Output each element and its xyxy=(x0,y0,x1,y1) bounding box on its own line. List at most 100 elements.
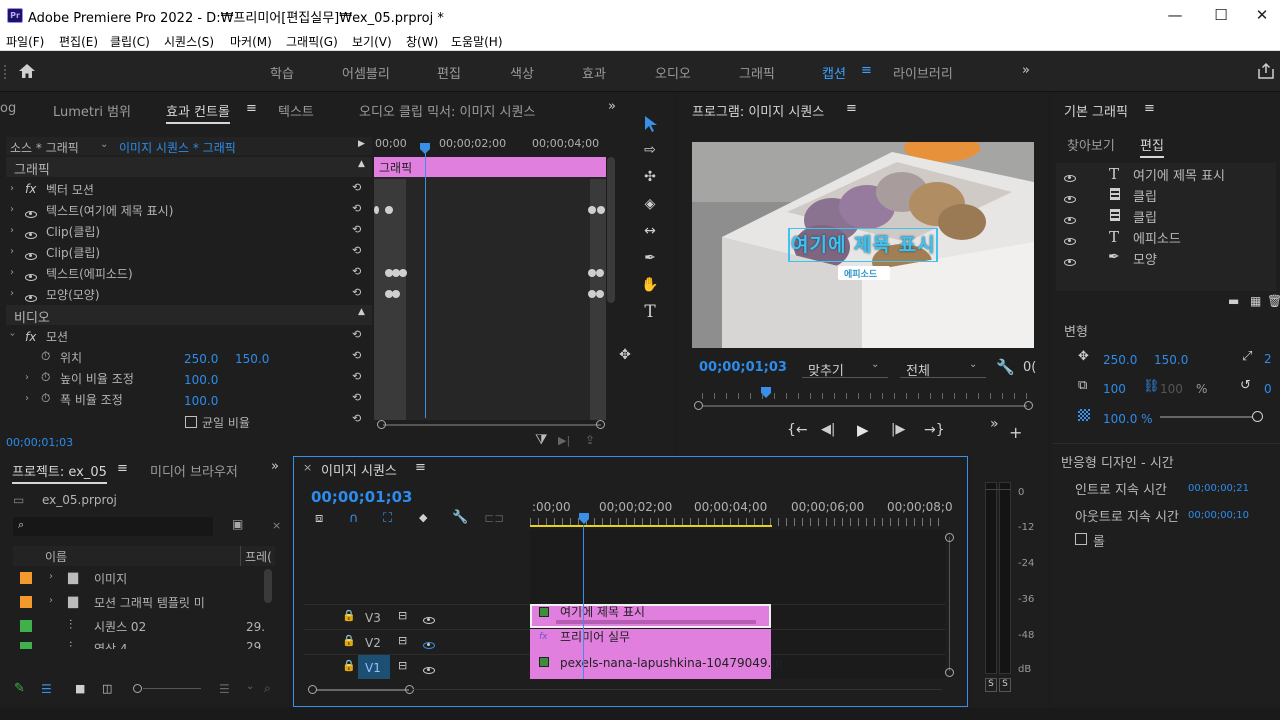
eye-icon[interactable] xyxy=(25,291,37,305)
essential-graphics-menu-icon[interactable]: ≡ xyxy=(1144,101,1155,116)
lock-icon[interactable]: 🔒 xyxy=(342,634,356,647)
eye-icon[interactable] xyxy=(423,663,435,677)
play-only-icon[interactable]: ▶ xyxy=(358,139,365,149)
hand-tool-icon[interactable]: ✋ xyxy=(641,276,659,294)
project-close-icon[interactable]: × xyxy=(272,519,281,532)
search-bin-icon[interactable]: ⌕ xyxy=(264,681,271,696)
keyframe[interactable] xyxy=(374,206,379,214)
overflow-controls-icon[interactable]: » xyxy=(990,416,999,432)
minimize-button[interactable]: — xyxy=(1152,4,1198,26)
program-menu-icon[interactable]: ≡ xyxy=(846,101,857,116)
eg-position-y[interactable]: 150.0 xyxy=(1154,353,1188,367)
layer-shape-label[interactable]: 모양 xyxy=(1133,249,1157,268)
eye-icon[interactable] xyxy=(423,613,435,627)
lock-icon[interactable]: 🔒 xyxy=(342,659,356,672)
track-v1-label[interactable]: V1 xyxy=(365,661,381,675)
project-item-mogrt[interactable]: 모션 그래픽 템플릿 미 xyxy=(94,594,205,611)
freeform-view-icon[interactable]: ◫ xyxy=(102,682,112,695)
lock-icon[interactable]: 🔒 xyxy=(342,609,356,622)
reset-icon[interactable]: ⟲ xyxy=(352,265,365,278)
go-to-in-icon[interactable]: {← xyxy=(787,422,808,438)
keyframe-area[interactable] xyxy=(374,157,606,420)
reset-icon[interactable]: ⟲ xyxy=(352,412,365,425)
opacity-slider-handle[interactable] xyxy=(1252,411,1263,422)
list-view-icon[interactable]: ☰ xyxy=(41,682,52,696)
workspace-audio[interactable]: 오디오 xyxy=(655,63,691,82)
program-scrub-bar[interactable] xyxy=(702,405,1027,407)
project-overflow-icon[interactable]: » xyxy=(271,459,279,474)
tab-effect-controls-menu-icon[interactable]: ≡ xyxy=(246,101,257,116)
chevron-right-icon[interactable]: › xyxy=(25,393,29,404)
section-video[interactable] xyxy=(6,305,372,325)
reset-icon[interactable]: ⟲ xyxy=(352,328,365,341)
scroll-handle-right[interactable] xyxy=(596,420,605,429)
reset-icon[interactable]: ⟲ xyxy=(352,244,365,257)
play-icon[interactable]: ▶ xyxy=(857,421,869,439)
new-layer-icon[interactable]: ▦ xyxy=(1250,294,1261,308)
chevron-right-icon[interactable]: › xyxy=(10,246,14,257)
sync-lock-icon[interactable]: ⊟ xyxy=(398,609,407,622)
play-audio-icon[interactable]: ▶| xyxy=(558,434,570,447)
keyframe[interactable] xyxy=(392,290,400,298)
scroll-handle-left[interactable] xyxy=(377,420,386,429)
panel-overflow-icon[interactable]: » xyxy=(608,99,616,114)
sequence-clip-label[interactable]: 이미지 시퀀스 * 그래픽 xyxy=(119,139,236,156)
export-icon[interactable]: ⇪ xyxy=(585,433,595,447)
scrub-handle-left[interactable] xyxy=(694,401,703,410)
chevron-right-icon[interactable]: › xyxy=(10,204,14,215)
position-x-value[interactable]: 250.0 xyxy=(184,352,218,366)
column-name[interactable]: 이름 xyxy=(45,548,67,565)
chevron-right-icon[interactable]: › xyxy=(10,183,14,194)
eg-anchor[interactable]: 2 xyxy=(1264,352,1272,366)
keyframe[interactable] xyxy=(588,206,596,214)
uniform-scale-checkbox[interactable] xyxy=(185,416,197,428)
keyframe[interactable] xyxy=(596,290,604,298)
snap-icon[interactable]: ∩ xyxy=(349,511,359,526)
menu-marker[interactable]: 마커(M) xyxy=(230,33,272,50)
essential-graphics-title[interactable]: 기본 그래픽 xyxy=(1064,101,1128,120)
tab-og[interactable]: og xyxy=(0,101,16,116)
ec-timecode[interactable]: 00;00;01;03 xyxy=(6,436,73,449)
eye-icon[interactable] xyxy=(25,270,37,284)
work-area-bar[interactable] xyxy=(530,525,772,527)
workspace-libraries[interactable]: 라이브러리 xyxy=(893,63,953,82)
position-y-value[interactable]: 150.0 xyxy=(235,352,269,366)
collapse-up-icon[interactable]: ▲ xyxy=(358,159,365,169)
label-color-swatch[interactable] xyxy=(20,642,32,649)
reset-icon[interactable]: ⟲ xyxy=(352,286,365,299)
workspace-captions[interactable]: 캡션 xyxy=(822,63,846,82)
timeline-menu-icon[interactable]: ≡ xyxy=(415,460,426,475)
scale-height-value[interactable]: 100.0 xyxy=(184,373,218,387)
menu-graphics[interactable]: 그래픽(G) xyxy=(286,33,338,50)
column-frame-rate[interactable]: 프레( xyxy=(245,548,272,565)
go-to-out-icon[interactable]: →} xyxy=(924,422,945,438)
menu-window[interactable]: 창(W) xyxy=(406,33,438,50)
menu-clip[interactable]: 클립(C) xyxy=(110,33,150,50)
eye-icon[interactable] xyxy=(25,207,37,221)
menu-file[interactable]: 파일(F) xyxy=(6,33,44,50)
chevron-right-icon[interactable]: › xyxy=(49,595,53,606)
tab-edit[interactable]: 편집 xyxy=(1140,135,1164,158)
overlay-title-text[interactable]: 여기에 제목 표시 xyxy=(791,230,936,257)
pen-tool-icon[interactable]: ✒ xyxy=(641,249,659,267)
new-bin-icon[interactable]: ▣ xyxy=(232,517,243,531)
label-color-swatch[interactable] xyxy=(20,572,32,584)
track-select-tool-icon[interactable]: ⇨ xyxy=(641,141,659,159)
menu-sequence[interactable]: 시퀀스(S) xyxy=(164,33,214,50)
stopwatch-icon[interactable]: ⏱ xyxy=(41,391,50,406)
home-icon[interactable] xyxy=(18,63,36,79)
project-menu-icon[interactable]: ≡ xyxy=(117,461,128,476)
workspace-overflow-icon[interactable]: » xyxy=(1022,63,1030,78)
chevron-right-icon[interactable]: › xyxy=(49,571,53,582)
ripple-edit-tool-icon[interactable]: ✣ xyxy=(641,168,659,186)
eye-icon[interactable] xyxy=(1064,255,1076,269)
close-button[interactable]: ✕ xyxy=(1244,4,1280,26)
menu-view[interactable]: 보기(V) xyxy=(352,33,392,50)
chevron-right-icon[interactable]: › xyxy=(10,225,14,236)
reset-icon[interactable]: ⟲ xyxy=(352,391,365,404)
roll-checkbox[interactable] xyxy=(1075,533,1087,545)
share-icon[interactable] xyxy=(1257,62,1275,80)
keyframe[interactable] xyxy=(588,290,596,298)
tab-text[interactable]: 텍스트 xyxy=(278,101,314,120)
intro-duration-value[interactable]: 00;00;00;21 xyxy=(1188,483,1249,494)
